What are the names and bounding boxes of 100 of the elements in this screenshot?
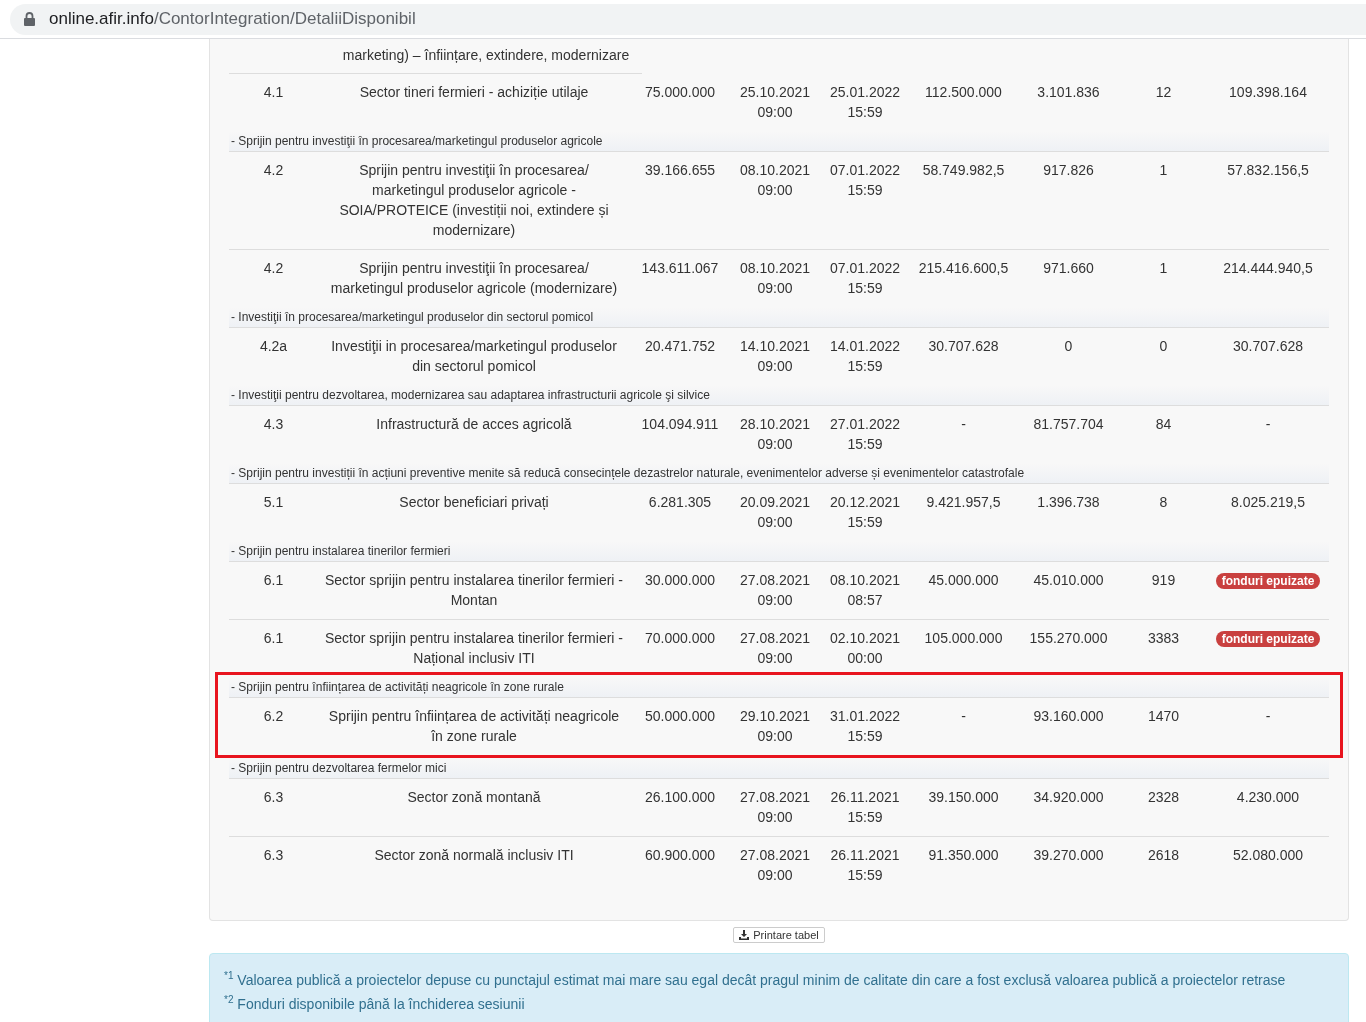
table-cell-text: 75.000.000: [643, 83, 717, 102]
table-cell-text: 27.08.2021 09:00: [738, 788, 812, 827]
table-cell-text: 6.3: [262, 846, 285, 865]
address-bar[interactable]: online.afir.info/ContorIntegration/DetaliiDisponibil: [10, 3, 1366, 35]
table-cell-text: 109.398.164: [1228, 83, 1308, 102]
table-cell-text: Sector beneficiari privați: [398, 493, 550, 512]
table-cell-text: -: [960, 707, 967, 726]
table-cell-text: 6.1: [262, 571, 285, 590]
table-cell-text: 6.281.305: [647, 493, 713, 512]
url-text: online.afir.info/ContorIntegration/DetaliiDisponibil: [49, 9, 416, 29]
table-cell-text: 1470: [1146, 707, 1181, 726]
table-cell-text: 34.920.000: [1032, 788, 1105, 807]
table-cell-text: 57.832.156,5: [1226, 161, 1310, 180]
table-cell-text: 4.2: [262, 161, 285, 180]
table-cell-text: 26.11.2021 15:59: [829, 846, 901, 885]
table-cell-text: 93.160.000: [1032, 707, 1105, 726]
table-cell-text: 30.707.628: [927, 337, 1000, 356]
table-cell-text: 1: [1158, 259, 1169, 278]
table-cell-text: 917.826: [1042, 161, 1095, 180]
table-cell-text: 70.000.000: [643, 629, 717, 648]
table-cell-text: 3.101.836: [1036, 83, 1101, 102]
table-cell-text: 6.3: [262, 788, 285, 807]
table-cell-text: -: [1264, 415, 1272, 434]
table-cell-text: 5.1: [262, 493, 285, 512]
footnote: $^{*1}$ Valoarea publică a proiectelor depuse cu punctajul estimat mai mare sau egal decât pragul minim de calitate din care a fost exclusă valoarea publică a proiectelor retrase: [224, 969, 1287, 990]
lock-icon: [24, 12, 35, 26]
table-cell-text: 20.471.752: [643, 337, 717, 356]
table-cell-text: 2618: [1146, 846, 1181, 865]
table-cell-text: 91.350.000: [927, 846, 1000, 865]
table-cell-text: Sector zonă montană: [406, 788, 542, 807]
table-cell-text: 27.01.2022 15:59: [828, 415, 902, 454]
table-cell-text: 02.10.2021 00:00: [828, 629, 902, 668]
table-cell-text: 20.09.2021 09:00: [738, 493, 812, 532]
table-cell: marketing) – înființare, extindere, modernizare: [342, 47, 630, 63]
table-cell-text: 3383: [1146, 629, 1181, 648]
print-button[interactable]: Printare tabel: [733, 927, 825, 943]
table-cell-text: 104.094.911: [640, 415, 720, 434]
table-cell-text: 39.166.655: [643, 161, 717, 180]
table-cell-text: -: [960, 415, 967, 434]
table-cell-text: 27.08.2021 09:00: [738, 846, 812, 885]
table-cell-text: 6.2: [262, 707, 285, 726]
table-cell-text: 12: [1154, 83, 1173, 102]
table-cell-text: 52.080.000: [1231, 846, 1305, 865]
table-cell-text: 919: [1150, 571, 1177, 590]
table-cell-text: Sector tineri fermieri - achiziție utilaje: [358, 83, 590, 102]
table-cell-text: 25.01.2022 15:59: [828, 83, 902, 122]
table-cell-text: Sector zonă normală inclusiv ITI: [373, 846, 575, 865]
table-cell-text: -: [1264, 707, 1272, 726]
table-cell-text: 26.100.000: [643, 788, 717, 807]
table-cell-text: 4.2a: [258, 337, 289, 356]
table-cell-text: Infrastructură de acces agricolă: [375, 415, 573, 434]
table-cell-text: 28.10.2021 09:00: [738, 415, 812, 454]
table-cell-text: 27.08.2021 09:00: [738, 629, 812, 668]
table-cell-text: 4.1: [262, 83, 285, 102]
table-cell-text: 155.270.000: [1028, 629, 1109, 648]
table-cell-text: 20.12.2021 15:59: [828, 493, 902, 532]
table-cell-text: 105.000.000: [923, 629, 1004, 648]
table-cell-text: 07.01.2022 15:59: [828, 161, 902, 200]
table-cell-text: 26.11.2021 15:59: [829, 788, 901, 827]
table-cell-text: 31.01.2022 15:59: [828, 707, 902, 746]
status-badge: fonduri epuizate: [1215, 573, 1321, 589]
table-cell-text: 27.08.2021 09:00: [738, 571, 812, 610]
table-cell-text: 1.396.738: [1036, 493, 1101, 512]
table-cell-text: 81.757.704: [1032, 415, 1105, 434]
table-cell-text: 29.10.2021 09:00: [738, 707, 812, 746]
table-cell-text: 4.2: [262, 259, 285, 278]
table-cell-text: 25.10.2021 09:00: [738, 83, 812, 122]
table-cell-text: 214.444.940,5: [1222, 259, 1314, 278]
table-cell-text: 0: [1158, 337, 1169, 356]
table-cell-text: 30.707.628: [1231, 337, 1305, 356]
table-cell-text: 215.416.600,5: [917, 259, 1010, 278]
table-cell-text: Sprijin pentru investiţii în procesarea/ marketingul produselor agricole (modernizare): [329, 259, 619, 298]
table-cell-text: 84: [1154, 415, 1173, 434]
table-cell-text: 9.421.957,5: [925, 493, 1002, 512]
table-cell-text: 971.660: [1042, 259, 1095, 278]
table-cell-text: Sprijin pentru înființarea de activități neagricole în zone rurale: [327, 707, 621, 746]
footnote: $^{*2}$ Fonduri disponibile până la închiderea sesiunii: [224, 992, 526, 1014]
table-cell-text: 14.10.2021 09:00: [738, 337, 812, 376]
table-cell-text: Investiţii in procesarea/marketingul produselor din sectorul pomicol: [330, 337, 618, 376]
table-cell-text: 39.150.000: [927, 788, 1000, 807]
table-cell-text: 07.01.2022 15:59: [828, 259, 902, 298]
table-cell-text: 45.010.000: [1032, 571, 1105, 590]
table-cell-text: 2328: [1146, 788, 1181, 807]
table-cell-text: 50.000.000: [643, 707, 717, 726]
table-cell-text: 08.10.2021 09:00: [738, 161, 812, 200]
table-cell-text: 08.10.2021 08:57: [828, 571, 902, 610]
table-cell-text: 4.230.000: [1235, 788, 1301, 807]
table-cell-text: Sector sprijin pentru instalarea tinerilor fermieri - Montan: [324, 571, 624, 610]
table-cell-text: 6.1: [262, 629, 285, 648]
table-cell-text: 08.10.2021 09:00: [738, 259, 812, 298]
table-cell-text: 30.000.000: [643, 571, 717, 590]
table-cell-text: Sector sprijin pentru instalarea tinerilor fermieri - Național inclusiv ITI: [324, 629, 624, 668]
download-icon: [739, 930, 750, 940]
table-cell-text: 112.500.000: [924, 83, 1003, 102]
table-cell-text: 1: [1158, 161, 1169, 180]
table-cell-text: 58.749.982,5: [921, 161, 1006, 180]
table-cell-text: 39.270.000: [1032, 846, 1105, 865]
table-cell-text: Sprijin pentru investiţii în procesarea/ marketingul produselor agricole - SOIA/PROTEICE (investiții noi, extindere și modernizare): [338, 161, 610, 240]
table-cell-text: 4.3: [262, 415, 285, 434]
table-cell-text: 8: [1158, 493, 1169, 512]
